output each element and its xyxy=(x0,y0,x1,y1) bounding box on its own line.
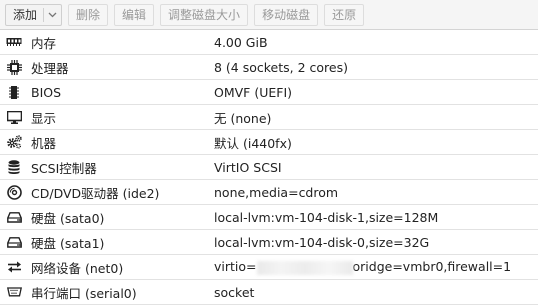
toolbar: 添加 删除 编辑 调整磁盘大小 移动磁盘 还原 xyxy=(0,0,538,30)
row-value: virtio= oridge=vmbr0,firewall=1 xyxy=(214,259,511,275)
monitor-icon xyxy=(6,109,22,125)
row-value-suffix: oridge=vmbr0,firewall=1 xyxy=(352,259,512,275)
database-icon xyxy=(6,159,22,175)
hardware-row-memory[interactable]: 内存 4.00 GiB xyxy=(0,30,538,55)
hard-disk-icon xyxy=(6,234,22,250)
redacted-mac-address xyxy=(256,260,353,275)
memory-icon xyxy=(6,34,22,50)
row-label: 硬盘 (sata0) xyxy=(31,210,105,226)
row-label: 机器 xyxy=(31,135,57,151)
remove-button[interactable]: 删除 xyxy=(68,3,109,26)
row-value-prefix: virtio= xyxy=(214,259,257,275)
row-label: 显示 xyxy=(31,110,57,126)
row-label: 处理器 xyxy=(31,60,69,76)
row-label: SCSI控制器 xyxy=(31,160,97,176)
gears-icon xyxy=(6,134,22,150)
hardware-row-network[interactable]: 网络设备 (net0) virtio= oridge=vmbr0,firewall… xyxy=(0,255,538,280)
row-label: BIOS xyxy=(31,84,62,100)
edit-button[interactable]: 编辑 xyxy=(114,3,155,26)
hardware-row-cdrom[interactable]: CD/DVD驱动器 (ide2) none,media=cdrom xyxy=(0,180,538,205)
resize-disk-button[interactable]: 调整磁盘大小 xyxy=(160,3,249,26)
row-value: 8 (4 sockets, 2 cores) xyxy=(214,59,348,75)
hardware-row-machine[interactable]: 机器 默认 (i440fx) xyxy=(0,130,538,155)
cpu-icon xyxy=(6,59,22,75)
bios-chip-icon xyxy=(6,84,22,100)
serial-port-icon xyxy=(6,284,22,300)
row-value: none,media=cdrom xyxy=(214,184,339,200)
row-value: OMVF (UEFI) xyxy=(214,84,293,100)
row-value: 无 (none) xyxy=(214,110,272,126)
hardware-list: 内存 4.00 GiB 处理器 8 (4 sockets, 2 cores) B… xyxy=(0,30,538,305)
revert-button[interactable]: 还原 xyxy=(324,3,365,26)
row-label: 硬盘 (sata1) xyxy=(31,235,105,251)
hardware-row-display[interactable]: 显示 无 (none) xyxy=(0,105,538,130)
row-value: VirtIO SCSI xyxy=(214,159,282,175)
chevron-down-icon[interactable] xyxy=(48,12,57,18)
hardware-row-scsi-controller[interactable]: SCSI控制器 VirtIO SCSI xyxy=(0,155,538,180)
hardware-row-serial[interactable]: 串行端口 (serial0) socket xyxy=(0,280,538,305)
optical-disc-icon xyxy=(6,184,22,200)
row-label: CD/DVD驱动器 (ide2) xyxy=(31,185,160,201)
hardware-row-processor[interactable]: 处理器 8 (4 sockets, 2 cores) xyxy=(0,55,538,80)
hardware-row-disk-sata1[interactable]: 硬盘 (sata1) local-lvm:vm-104-disk-0,size=… xyxy=(0,230,538,255)
row-value: 默认 (i440fx) xyxy=(214,135,292,151)
row-value: local-lvm:vm-104-disk-0,size=32G xyxy=(214,234,430,250)
row-value: 4.00 GiB xyxy=(214,34,268,50)
add-button-label: 添加 xyxy=(13,8,38,22)
split-separator xyxy=(43,7,45,22)
row-value: local-lvm:vm-104-disk-1,size=128M xyxy=(214,209,439,225)
hardware-row-bios[interactable]: BIOS OMVF (UEFI) xyxy=(0,80,538,105)
row-label: 内存 xyxy=(31,35,57,51)
hard-disk-icon xyxy=(6,209,22,225)
row-label: 串行端口 (serial0) xyxy=(31,285,137,301)
row-label: 网络设备 (net0) xyxy=(31,260,124,276)
move-disk-button[interactable]: 移动磁盘 xyxy=(254,3,319,26)
network-exchange-icon xyxy=(6,259,22,275)
add-button[interactable]: 添加 xyxy=(5,3,63,26)
row-value: socket xyxy=(214,284,255,300)
hardware-row-disk-sata0[interactable]: 硬盘 (sata0) local-lvm:vm-104-disk-1,size=… xyxy=(0,205,538,230)
